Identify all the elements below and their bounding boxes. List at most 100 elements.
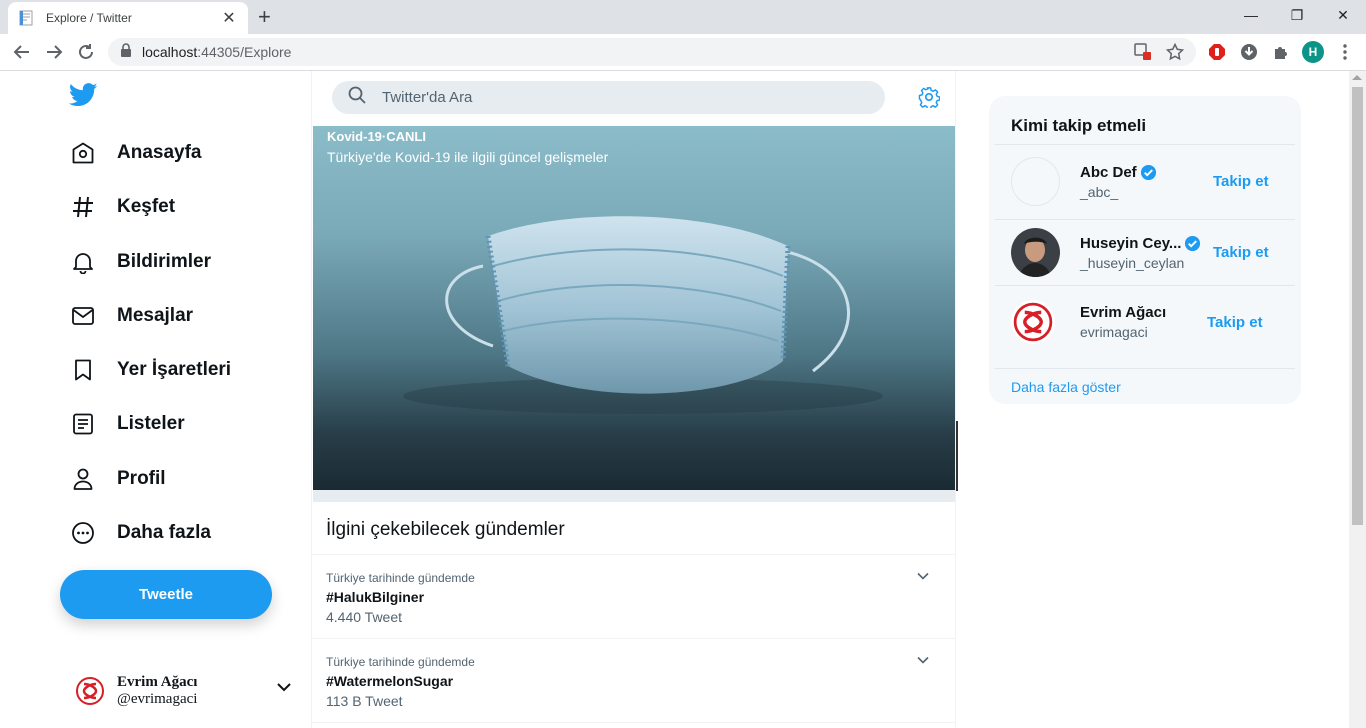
list-icon [70, 411, 96, 437]
main-column: Kovid-19·CANLI Türkiye'de Kovid-19 ile i… [311, 71, 958, 728]
page-content: Anasayfa Keşfet Bildirimler Mesajlar Yer… [0, 71, 1366, 728]
trends-title: İlgini çekebilecek gündemler [326, 519, 565, 540]
bookmark-star-icon[interactable] [1165, 42, 1185, 66]
browser-tab[interactable]: Explore / Twitter ✕ [8, 2, 248, 34]
nav-label-notifications: Bildirimler [117, 251, 211, 272]
search-icon [348, 86, 366, 109]
page-scrollbar[interactable] [1349, 71, 1366, 728]
profile-avatar[interactable]: H [1302, 41, 1324, 63]
settings-gear-icon[interactable] [918, 86, 941, 113]
chevron-down-icon[interactable] [916, 653, 930, 672]
tweet-button[interactable]: Tweetle [60, 570, 272, 619]
trend-name: #HalukBilginer [326, 589, 425, 605]
divider [995, 368, 1295, 369]
nav-label-home: Anasayfa [117, 142, 202, 163]
hero-kicker: Kovid-19·CANLI [327, 129, 426, 144]
follow-suggestion[interactable]: Huseyin Cey... _huseyin_ceylan Takip et [989, 220, 1301, 286]
nav-label-more: Daha fazla [117, 522, 211, 543]
search-input[interactable] [382, 89, 852, 106]
show-more-link[interactable]: Daha fazla göster [1011, 379, 1121, 395]
follow-button[interactable]: Takip et [1213, 173, 1269, 190]
nav-item-notifications[interactable]: Bildirimler [70, 244, 211, 280]
mail-icon [70, 303, 96, 329]
forward-icon[interactable] [42, 40, 66, 64]
user-avatar [1011, 157, 1060, 206]
account-handle: @evrimagaci [117, 691, 198, 707]
browser-toolbar: localhost:44305/Explore H [0, 34, 1366, 71]
nav-item-explore[interactable]: Keşfet [70, 189, 175, 225]
follow-suggestion[interactable]: Abc Def _abc_ Takip et [989, 145, 1301, 211]
translate-icon[interactable] [1134, 43, 1152, 66]
nav-item-more[interactable]: Daha fazla [70, 515, 211, 551]
nav-item-profile[interactable]: Profil [70, 461, 166, 497]
adblock-extension-icon[interactable] [1206, 41, 1228, 63]
search-bar[interactable] [332, 81, 885, 114]
hashtag-icon [70, 194, 96, 220]
trend-count: 113 B Tweet [326, 693, 403, 709]
who-to-follow-title: Kimi takip etmeli [1011, 116, 1147, 135]
scroll-up-arrow-icon[interactable] [1352, 75, 1362, 80]
chevron-down-icon[interactable] [276, 679, 292, 700]
nav-item-lists[interactable]: Listeler [70, 406, 185, 442]
nav-label-bookmarks: Yer İşaretleri [117, 359, 232, 380]
user-name: Evrim Ağacı [1080, 304, 1167, 321]
extensions-puzzle-icon[interactable] [1270, 41, 1292, 63]
bookmark-icon [70, 357, 96, 383]
home-icon [70, 140, 96, 166]
new-tab-icon[interactable]: + [258, 4, 271, 30]
nav-label-explore: Keşfet [117, 196, 176, 217]
bell-icon [70, 249, 96, 275]
url-host: localhost [142, 44, 198, 60]
nav-item-bookmarks[interactable]: Yer İşaretleri [70, 352, 231, 388]
restore-icon[interactable]: ❐ [1274, 0, 1320, 30]
minimize-icon[interactable]: — [1228, 0, 1274, 30]
lock-icon [120, 42, 132, 62]
follow-button[interactable]: Takip et [1207, 314, 1263, 331]
account-name: Evrim Ağacı [117, 674, 198, 690]
url-path: :44305/Explore [197, 44, 292, 60]
reload-icon[interactable] [74, 40, 98, 64]
trend-meta: Türkiye tarihinde gündemde [326, 571, 475, 585]
back-icon[interactable] [10, 40, 34, 64]
download-extension-icon[interactable] [1238, 41, 1260, 63]
face-mask-image [403, 216, 883, 414]
hero-separator [313, 490, 955, 502]
hero-scroll-edge [956, 421, 958, 491]
follow-button[interactable]: Takip et [1213, 244, 1269, 261]
who-to-follow-panel: Kimi takip etmeli Abc Def _abc_ Takip et… [989, 96, 1301, 404]
account-avatar [74, 675, 106, 707]
user-avatar [1011, 300, 1055, 344]
browser-menu-icon[interactable] [1334, 41, 1356, 63]
trend-count: 4.440 Tweet [326, 609, 403, 625]
url-text: localhost:44305/Explore [142, 44, 291, 60]
trend-name: #WatermelonSugar [326, 673, 454, 689]
nav-label-messages: Mesajlar [117, 305, 194, 326]
tab-close-icon[interactable]: ✕ [220, 8, 238, 28]
hero-banner[interactable]: Kovid-19·CANLI Türkiye'de Kovid-19 ile i… [313, 126, 955, 490]
nav-item-home[interactable]: Anasayfa [70, 135, 202, 171]
window-close-icon[interactable]: ✕ [1320, 0, 1366, 30]
user-icon [70, 466, 96, 492]
follow-suggestion[interactable]: Evrim Ağacı evrimagaci Takip et [989, 286, 1301, 352]
verified-badge-icon [1184, 235, 1201, 252]
user-handle: evrimagaci [1080, 324, 1148, 340]
trend-meta: Türkiye tarihinde gündemde [326, 655, 475, 669]
chevron-down-icon[interactable] [916, 569, 930, 588]
nav-item-messages[interactable]: Mesajlar [70, 298, 193, 334]
browser-tab-strip: Explore / Twitter ✕ + — ❐ ✕ [0, 0, 1366, 34]
left-sidebar: Anasayfa Keşfet Bildirimler Mesajlar Yer… [60, 71, 300, 728]
user-handle: _abc_ [1080, 184, 1119, 200]
trend-item[interactable]: Türkiye tarihinde gündemde #HalukBilgine… [312, 555, 955, 639]
page-favicon-icon [18, 10, 34, 26]
verified-badge-icon [1140, 164, 1157, 181]
divider [312, 722, 955, 723]
nav-label-profile: Profil [117, 468, 166, 489]
address-bar[interactable]: localhost:44305/Explore [108, 38, 1196, 66]
user-handle: _huseyin_ceylan [1080, 255, 1185, 271]
user-name: Huseyin Cey... [1080, 235, 1182, 252]
account-switcher[interactable]: Evrim Ağacı @evrimagaci [74, 669, 292, 713]
scrollbar-thumb[interactable] [1352, 87, 1363, 525]
user-name: Abc Def [1080, 164, 1137, 181]
trend-item[interactable]: Türkiye tarihinde gündemde #WatermelonSu… [312, 639, 955, 723]
twitter-logo-icon[interactable] [68, 83, 98, 112]
